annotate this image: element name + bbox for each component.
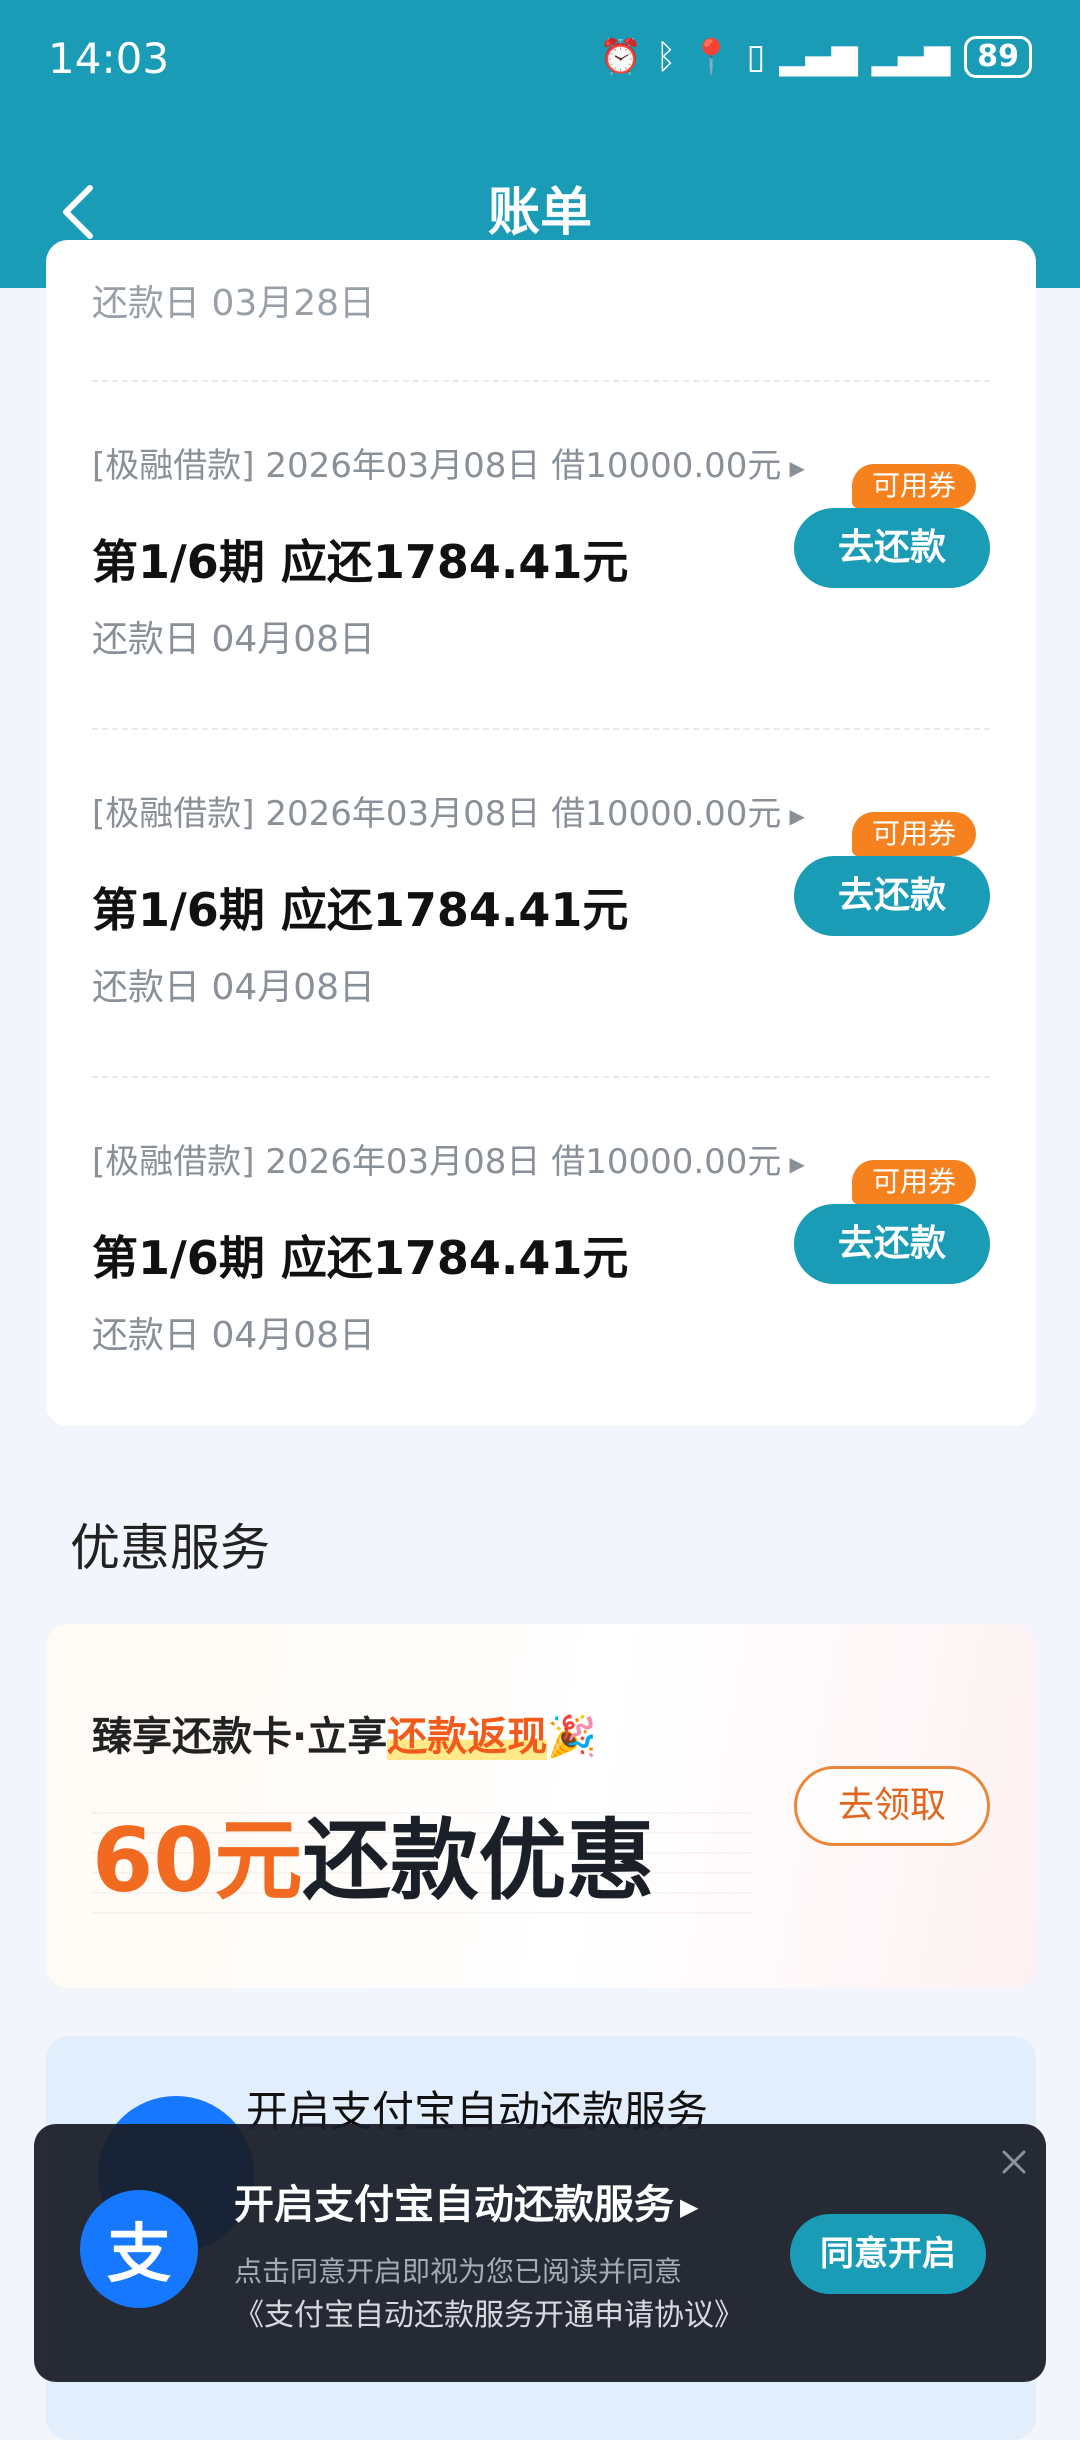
bill-meta[interactable]: [极融借款] 2026年03月08日 借10000.00元 ▶ [92, 438, 805, 487]
coupon-badge: 可用券 [852, 1160, 977, 1204]
coupon-badge: 可用券 [852, 812, 977, 856]
bluetooth-icon: ᛒ [655, 37, 677, 77]
divider [92, 380, 990, 382]
repay-button[interactable]: 去还款 [794, 508, 990, 588]
promo-card[interactable]: 臻享还款卡·立享还款返现🎉 60元还款优惠 去领取 [46, 1624, 1036, 1988]
close-icon [1002, 2150, 1026, 2174]
divider [92, 1076, 990, 1078]
repay-button[interactable]: 去还款 [794, 1204, 990, 1284]
agree-enable-button[interactable]: 同意开启 [790, 2214, 986, 2294]
repay-button[interactable]: 去还款 [794, 856, 990, 936]
status-time: 14:03 [48, 34, 170, 83]
vibrate-icon: ▯ [746, 37, 766, 77]
arrow-right-icon: ▶ [789, 455, 805, 480]
toast-description: 点击同意开启即视为您已阅读并同意 [234, 2255, 683, 2288]
bills-card: 还款日 03月28日 [极融借款] 2026年03月08日 借10000.00元… [46, 240, 1036, 1426]
close-button[interactable] [996, 2144, 1032, 2180]
claim-button[interactable]: 去领取 [794, 1766, 990, 1846]
page-title: 账单 [487, 183, 592, 243]
alarm-icon: ⏰ [599, 37, 642, 77]
bill-meta[interactable]: [极融借款] 2026年03月08日 借10000.00元 ▶ [92, 1134, 805, 1183]
previous-due-date: 还款日 03月28日 [92, 283, 376, 324]
bill-amount: 第1/6期 应还1784.41元 [92, 1231, 629, 1285]
bill-amount: 第1/6期 应还1784.41元 [92, 535, 629, 589]
bill-amount: 第1/6期 应还1784.41元 [92, 883, 629, 937]
coupon-badge: 可用券 [852, 464, 977, 508]
signal-icon: ▂▄▆ [779, 37, 858, 77]
battery-indicator: 89 [964, 36, 1032, 78]
toast-title[interactable]: 开启支付宝自动还款服务 ▶ [234, 2172, 698, 2230]
bill-item: [极融借款] 2026年03月08日 借10000.00元 ▶ 第1/6期 应还1… [46, 1134, 1036, 1426]
bill-due-date: 还款日 04月08日 [92, 967, 376, 1008]
signal-icon: ▂▄▆ [871, 37, 951, 77]
alipay-logo-icon: 支 [80, 2190, 198, 2308]
bill-item: [极融借款] 2026年03月08日 借10000.00元 ▶ 第1/6期 应还1… [46, 438, 1036, 778]
autopay-toast: 支 开启支付宝自动还款服务 ▶ 点击同意开启即视为您已阅读并同意 《支付宝自动还款… [34, 2124, 1046, 2382]
divider [92, 728, 990, 730]
section-title: 优惠服务 [70, 1519, 270, 1577]
arrow-right-icon: ▶ [680, 2193, 699, 2221]
arrow-right-icon: ▶ [789, 803, 805, 828]
promo-subtitle: 臻享还款卡·立享还款返现🎉 [92, 1714, 598, 1760]
arrow-right-icon: ▶ [789, 1151, 805, 1176]
bill-due-date: 还款日 04月08日 [92, 1315, 376, 1356]
status-icons: ⏰ ᛒ 📍 ▯ ▂▄▆ ▂▄▆ 89 [600, 36, 1032, 78]
party-icon: 🎉 [547, 1714, 598, 1760]
agreement-link[interactable]: 《支付宝自动还款服务开通申请协议》 [234, 2290, 744, 2334]
promo-amount: 60元还款优惠 [92, 1809, 655, 1912]
bill-meta[interactable]: [极融借款] 2026年03月08日 借10000.00元 ▶ [92, 786, 805, 835]
bill-due-date: 还款日 04月08日 [92, 619, 376, 660]
bill-item: [极融借款] 2026年03月08日 借10000.00元 ▶ 第1/6期 应还1… [46, 786, 1036, 1126]
location-icon: 📍 [690, 37, 733, 77]
